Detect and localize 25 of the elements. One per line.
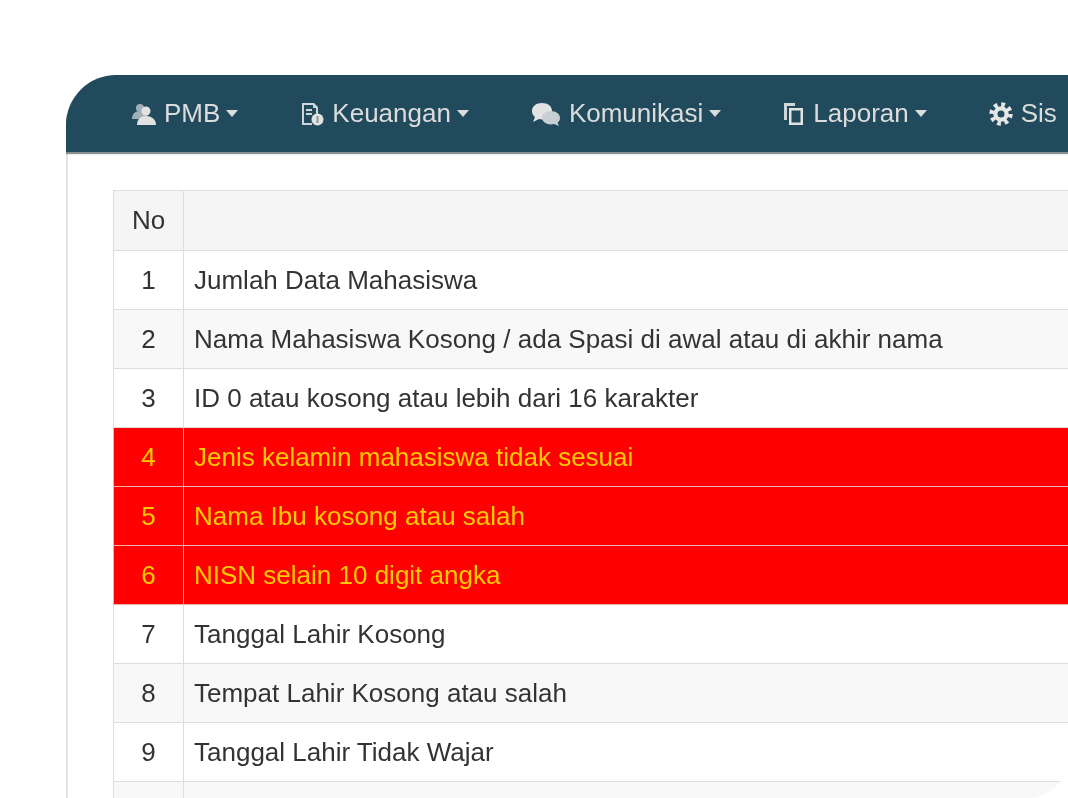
table-cell: 8 [113, 663, 184, 723]
column-header: No [113, 190, 184, 251]
users-icon [132, 102, 156, 125]
table-cell: 7 [113, 604, 184, 664]
nav-menu-link[interactable]: Komunikasi [498, 98, 752, 129]
nav-menu-link[interactable]: PMB [100, 98, 269, 129]
table-cell: 9 [113, 722, 184, 782]
table-cell: Nama Mahasiswa Kosong / ada Spasi di awal atau di akhir nama [183, 309, 1068, 369]
nav-menu-link[interactable]: Laporan [751, 98, 957, 129]
nav-menu-link[interactable]: Sis [956, 98, 1068, 129]
nav-menu-link[interactable]: Keuangan [268, 98, 499, 129]
table-cell: 6 [113, 545, 184, 605]
table-cell: NISN selain 10 digit angka [183, 545, 1068, 605]
gear-icon [988, 101, 1013, 126]
table-cell: 3 [113, 368, 184, 428]
document-icon [300, 101, 325, 126]
chat-icon [530, 101, 561, 126]
table-cell: Tempat Lahir Kosong atau salah [183, 663, 1068, 723]
table-cell: 5 [113, 486, 184, 546]
table-cell: Jenis kelamin mahasiswa tidak sesuai [183, 427, 1068, 487]
table-cell: 1 [113, 250, 184, 310]
table-cell: 4 [113, 427, 184, 487]
table-cell: Nama Ibu kosong atau salah [183, 486, 1068, 546]
copy-icon [783, 101, 806, 126]
table-cell: 2 [113, 309, 184, 369]
